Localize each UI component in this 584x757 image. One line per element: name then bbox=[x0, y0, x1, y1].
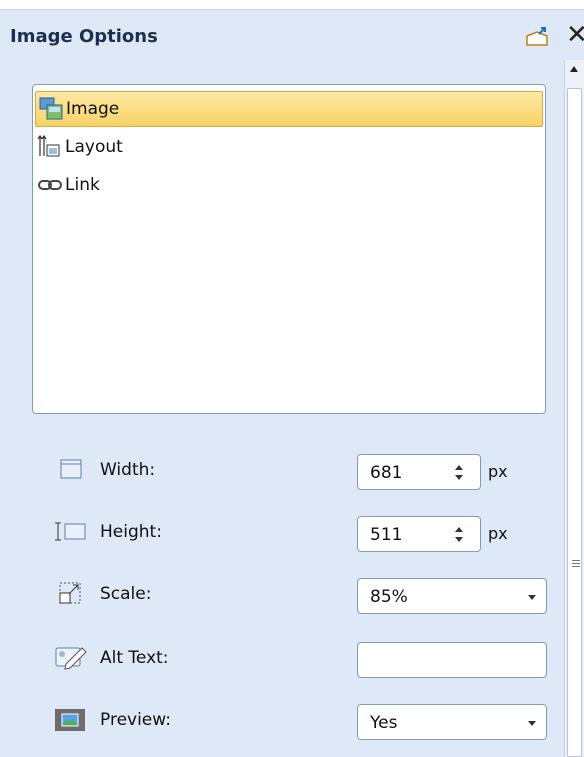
width-value[interactable]: 681 bbox=[370, 463, 402, 483]
spin-up-icon[interactable] bbox=[455, 527, 463, 532]
close-icon[interactable]: ✕ bbox=[566, 22, 584, 48]
list-item-layout[interactable]: Layout bbox=[35, 129, 543, 165]
scale-value: 85% bbox=[370, 587, 408, 607]
alt-text-icon bbox=[55, 647, 87, 670]
width-spinner[interactable]: 681 bbox=[357, 454, 481, 490]
scale-label: Scale: bbox=[100, 584, 152, 604]
alt-text-row: Alt Text: bbox=[0, 638, 560, 678]
height-spinner[interactable]: 511 bbox=[357, 516, 481, 552]
pane-title: Image Options bbox=[10, 26, 158, 47]
image-icon bbox=[39, 97, 63, 120]
alt-text-label: Alt Text: bbox=[100, 648, 169, 668]
scroll-thumb[interactable] bbox=[567, 88, 582, 757]
width-row: Width: 681 px bbox=[0, 450, 560, 490]
height-unit: px bbox=[488, 524, 508, 543]
link-icon bbox=[38, 180, 62, 190]
height-label: Height: bbox=[100, 522, 162, 542]
list-item-label: Layout bbox=[65, 137, 123, 157]
scrollbar[interactable] bbox=[564, 60, 584, 757]
width-unit: px bbox=[488, 462, 508, 481]
preview-icon bbox=[55, 709, 85, 731]
height-row: Height: 511 px bbox=[0, 512, 560, 552]
grip-icon bbox=[572, 560, 580, 570]
dock-icon[interactable] bbox=[524, 26, 550, 48]
scale-icon bbox=[59, 582, 81, 604]
preview-label: Preview: bbox=[100, 710, 171, 730]
preview-row: Preview: Yes bbox=[0, 700, 560, 740]
scale-dropdown[interactable]: 85% bbox=[357, 578, 547, 614]
list-item-label: Image bbox=[66, 99, 120, 119]
scroll-up-icon[interactable] bbox=[570, 66, 578, 72]
spin-down-icon[interactable] bbox=[455, 475, 463, 480]
layout-icon bbox=[37, 134, 60, 157]
preview-value: Yes bbox=[370, 713, 398, 733]
width-icon bbox=[60, 459, 82, 479]
alt-text-input[interactable] bbox=[357, 642, 547, 678]
spin-down-icon[interactable] bbox=[455, 537, 463, 542]
spin-up-icon[interactable] bbox=[455, 465, 463, 470]
list-item-link[interactable]: Link bbox=[35, 167, 543, 203]
width-label: Width: bbox=[100, 460, 156, 480]
height-value[interactable]: 511 bbox=[370, 525, 402, 545]
preview-dropdown[interactable]: Yes bbox=[357, 704, 547, 740]
section-list: Image Layout Link bbox=[32, 84, 546, 414]
list-item-image[interactable]: Image bbox=[35, 91, 543, 127]
list-item-label: Link bbox=[65, 175, 100, 195]
scale-row: Scale: 85% bbox=[0, 574, 560, 614]
chevron-down-icon[interactable] bbox=[528, 595, 536, 600]
height-icon bbox=[55, 522, 86, 541]
top-border bbox=[0, 0, 584, 10]
chevron-down-icon[interactable] bbox=[528, 721, 536, 726]
